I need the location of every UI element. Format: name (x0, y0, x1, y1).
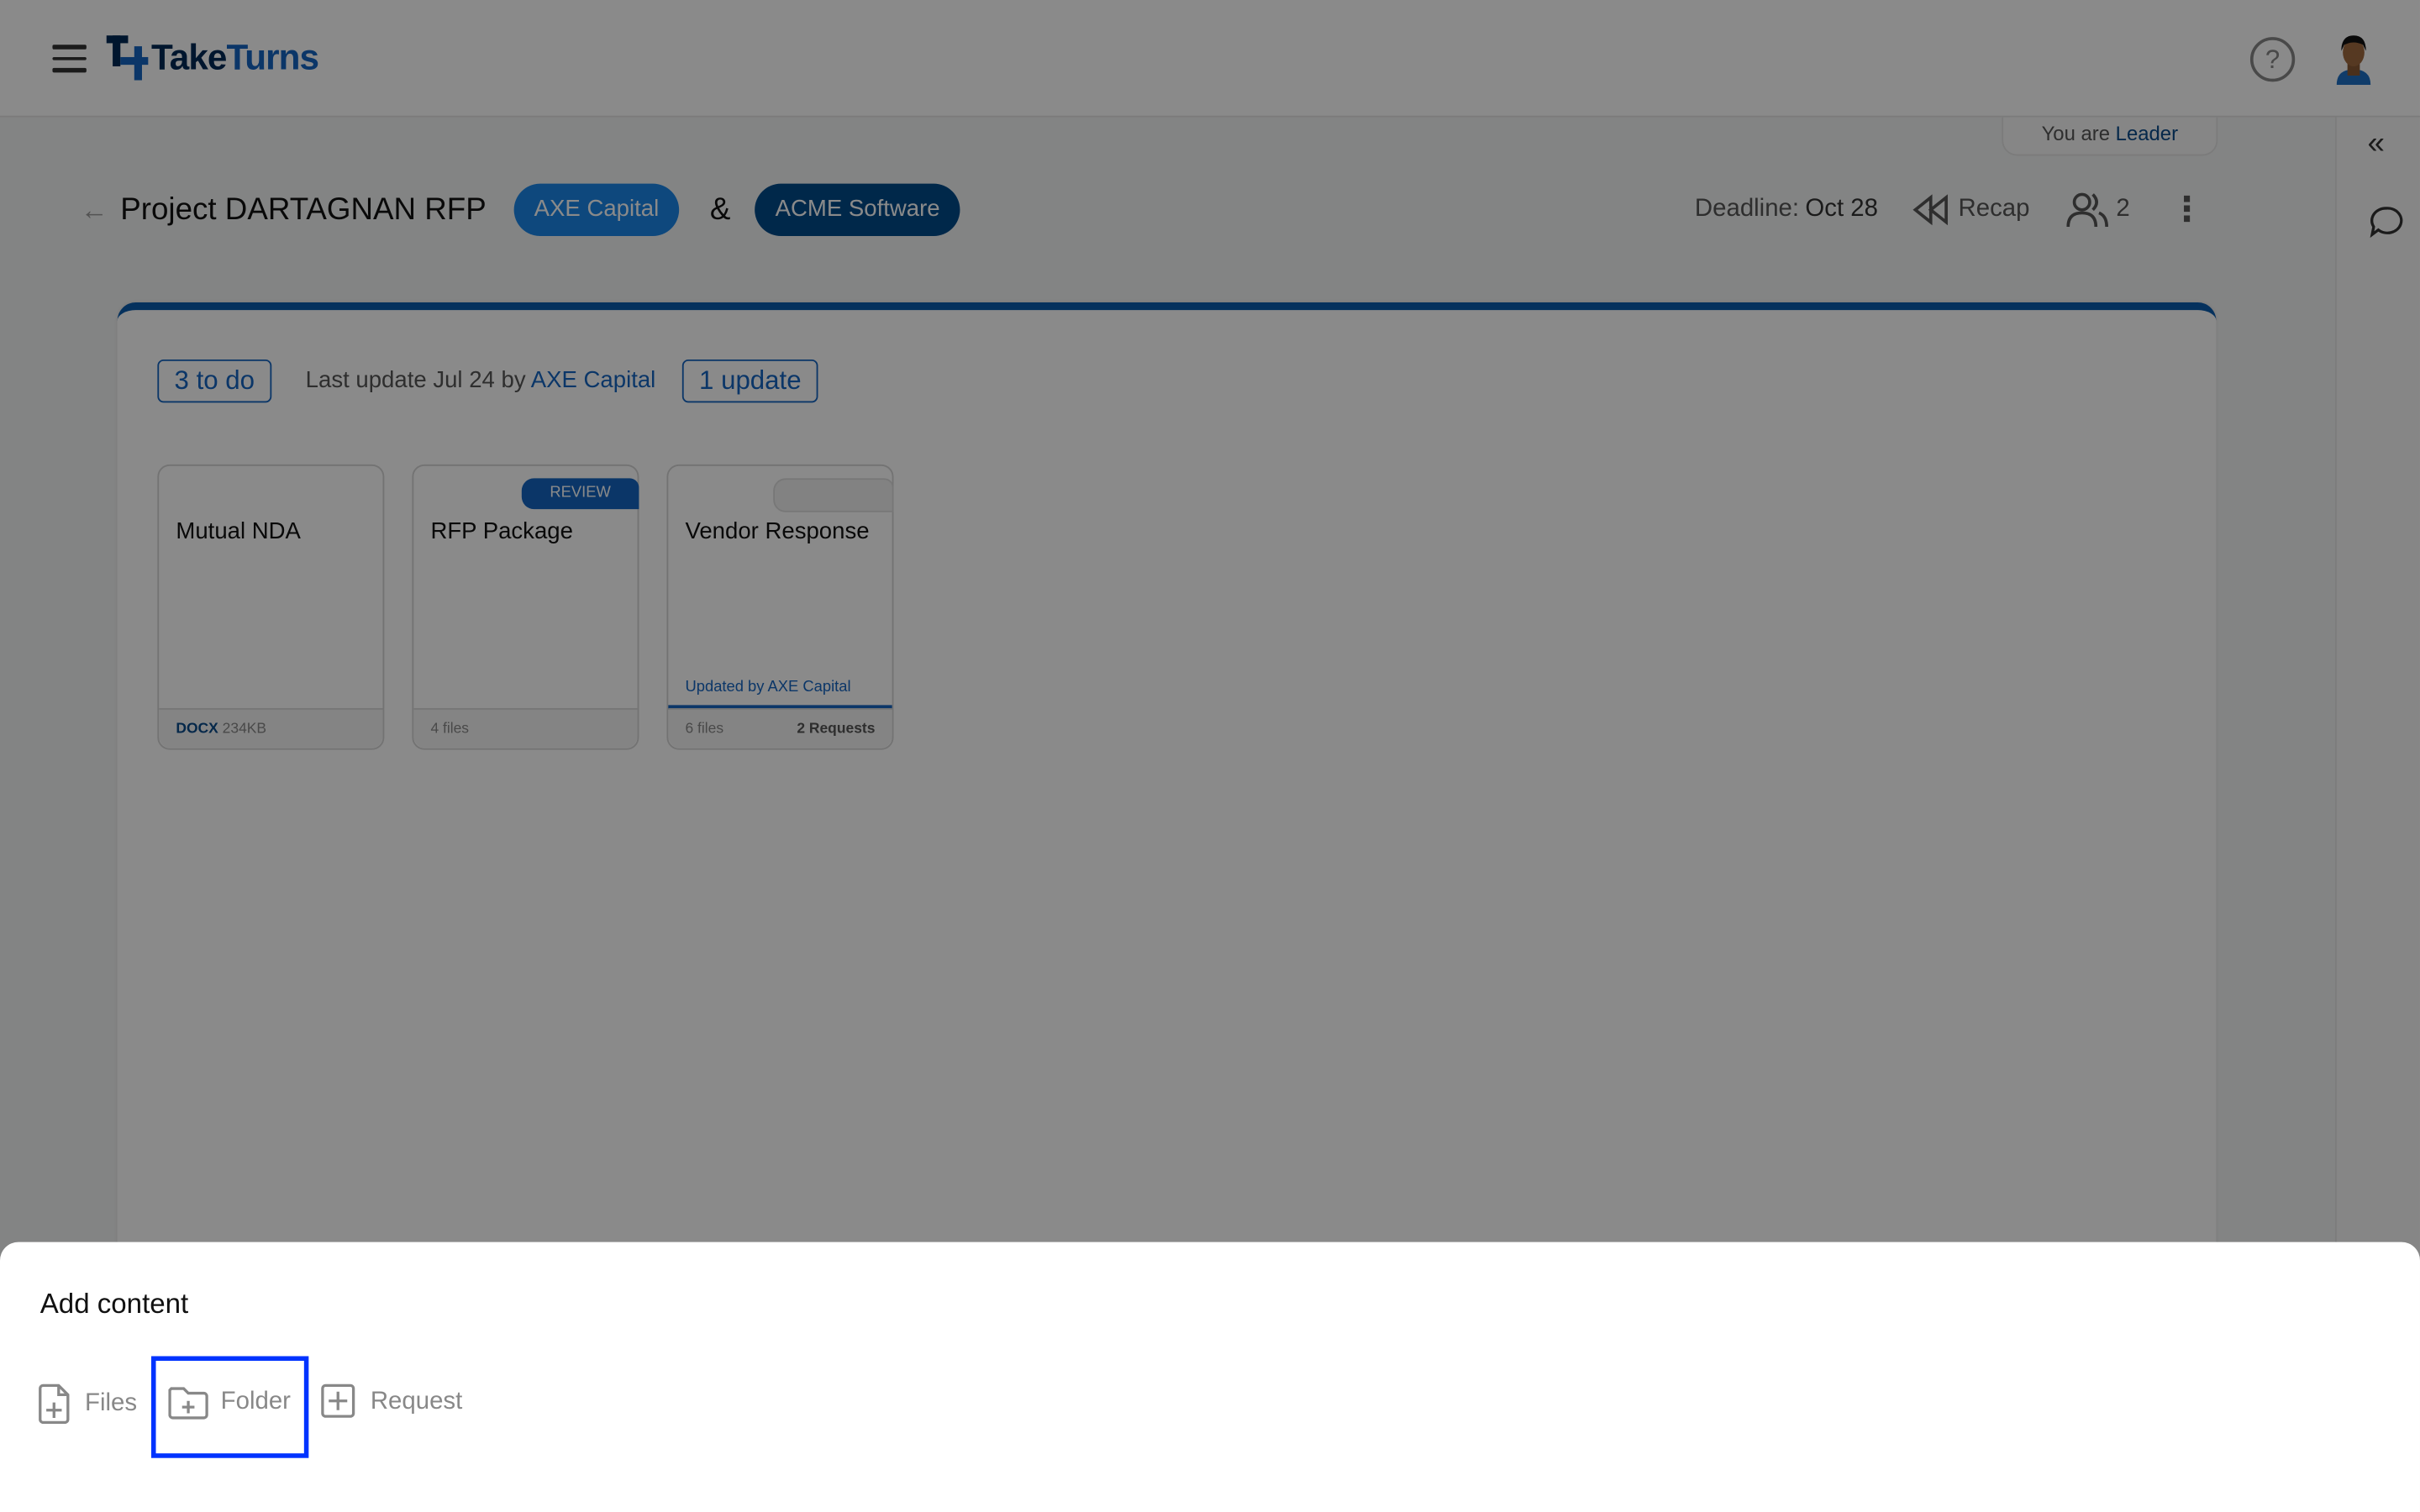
square-plus-icon (321, 1383, 355, 1418)
sheet-title: Add content (39, 1288, 189, 1320)
add-content-sheet: Add content (0, 1242, 2420, 1512)
highlight-box (150, 1356, 309, 1458)
app-root: Take Turns ? « You are Leader ← Project D… (0, 0, 2420, 1512)
request-label: Request (370, 1389, 463, 1415)
add-files-button[interactable]: Files (39, 1383, 138, 1425)
files-label: Files (85, 1389, 138, 1417)
add-request-button[interactable]: Request (321, 1383, 463, 1421)
file-plus-icon (39, 1383, 70, 1425)
